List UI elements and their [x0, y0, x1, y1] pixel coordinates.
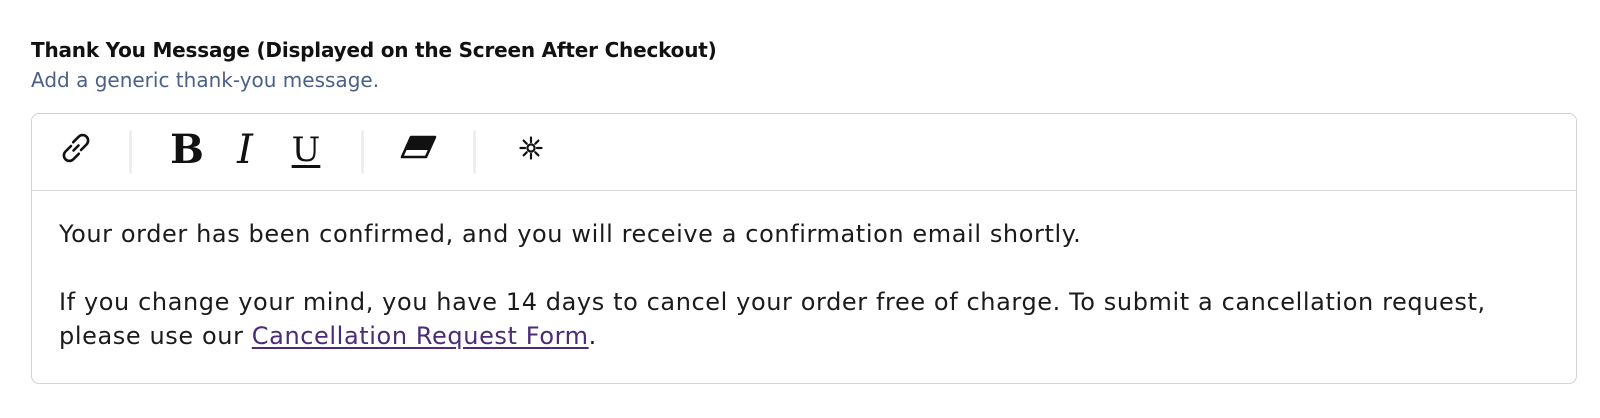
toolbar-divider: [129, 130, 132, 174]
editor-paragraph-end: .: [588, 322, 597, 350]
field-header: Thank You Message (Displayed on the Scre…: [31, 36, 1579, 94]
bold-button[interactable]: B: [165, 128, 209, 172]
editor-content[interactable]: Your order has been confirmed, and you w…: [32, 191, 1576, 353]
italic-button[interactable]: I: [223, 128, 267, 172]
link-icon: [57, 129, 95, 172]
cancellation-form-link[interactable]: Cancellation Request Form: [252, 322, 589, 350]
asterisk-sun-icon: [518, 135, 544, 166]
insert-link-button[interactable]: [54, 128, 98, 172]
editor-paragraph: Your order has been confirmed, and you w…: [59, 220, 1082, 248]
clear-formatting-button[interactable]: [396, 128, 440, 172]
field-help-text: Add a generic thank-you message.: [31, 68, 380, 92]
underline-button[interactable]: U: [284, 128, 328, 172]
eraser-icon: [398, 134, 438, 167]
toolbar-divider: [473, 130, 476, 174]
toolbar-divider: [361, 130, 364, 174]
field-title: Thank You Message (Displayed on the Scre…: [31, 38, 717, 62]
editor-paragraph: If you change your mind, you have 14 day…: [59, 285, 1550, 353]
special-format-button[interactable]: [509, 128, 553, 172]
rich-text-editor: B I U Your order has been confirmed, and…: [31, 113, 1577, 384]
editor-toolbar: B I U: [32, 114, 1576, 191]
